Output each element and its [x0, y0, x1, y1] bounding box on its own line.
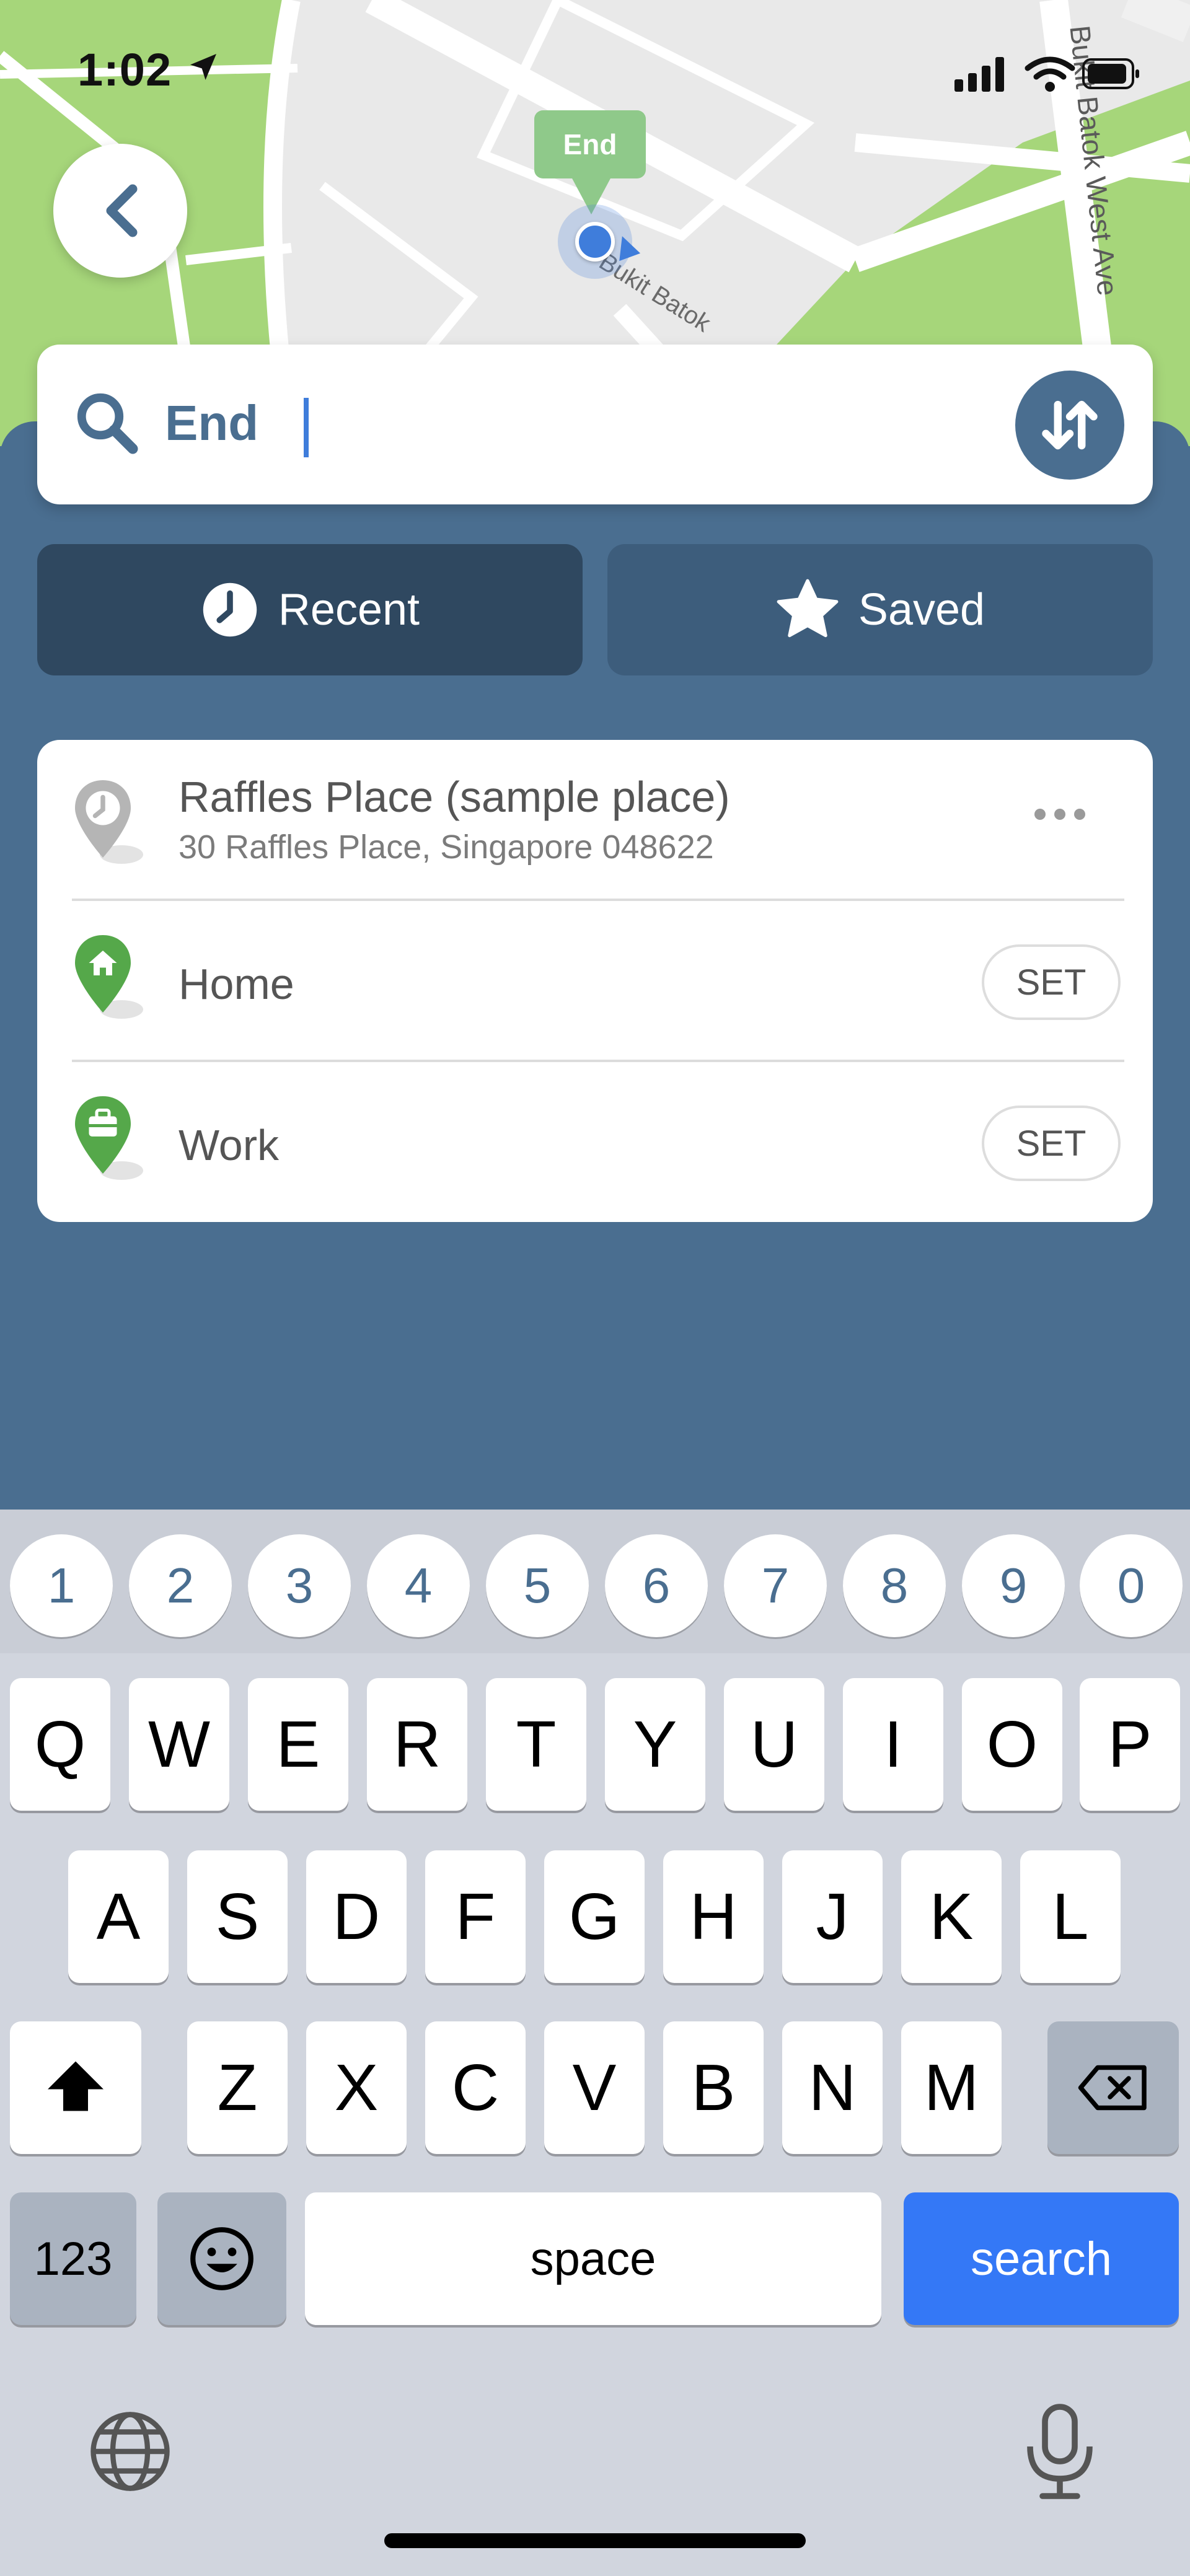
tab-saved-label: Saved	[858, 585, 985, 635]
chevron-left-icon	[106, 184, 138, 237]
status-icons	[954, 55, 1140, 96]
microphone-icon[interactable]	[1016, 2402, 1103, 2501]
work-label: Work	[178, 1121, 280, 1169]
tab-saved[interactable]: Saved	[607, 544, 1153, 675]
status-bar: 1:02	[0, 0, 1190, 143]
more-dot	[1034, 809, 1046, 820]
key-n[interactable]: N	[782, 2021, 883, 2154]
key-8[interactable]: 8	[843, 1534, 946, 1637]
key-p[interactable]: P	[1080, 1678, 1180, 1811]
current-location-dot	[575, 222, 615, 262]
list-item-work[interactable]: Work SET	[37, 1062, 1153, 1223]
key-6[interactable]: 6	[605, 1534, 708, 1637]
work-pin-icon	[75, 1096, 143, 1180]
key-9[interactable]: 9	[962, 1534, 1065, 1637]
more-options-button[interactable]	[1023, 796, 1097, 833]
key-h[interactable]: H	[663, 1850, 764, 1983]
key-b[interactable]: B	[663, 2021, 764, 2154]
key-3[interactable]: 3	[248, 1534, 351, 1637]
key-q[interactable]: Q	[10, 1678, 110, 1811]
places-list: Raffles Place (sample place) 30 Raffles …	[37, 740, 1153, 1222]
globe-icon[interactable]	[87, 2408, 174, 2495]
star-icon	[777, 579, 839, 638]
key-e[interactable]: E	[248, 1678, 348, 1811]
key-y[interactable]: Y	[605, 1678, 705, 1811]
delete-key[interactable]	[1047, 2021, 1179, 2154]
more-dot	[1054, 809, 1065, 820]
numbers-mode-key[interactable]: 123	[10, 2192, 136, 2325]
key-f[interactable]: F	[425, 1850, 526, 1983]
backspace-icon	[1078, 2065, 1147, 2111]
list-item-recent-place[interactable]: Raffles Place (sample place) 30 Raffles …	[37, 740, 1153, 901]
search-input[interactable]	[164, 379, 1009, 467]
key-x[interactable]: X	[306, 2021, 407, 2154]
swap-direction-button[interactable]	[1015, 371, 1124, 480]
key-o[interactable]: O	[962, 1678, 1062, 1811]
key-a[interactable]: A	[68, 1850, 169, 1983]
clock-icon	[203, 582, 257, 637]
status-time: 1:02	[77, 44, 172, 95]
key-i[interactable]: I	[843, 1678, 943, 1811]
battery-icon	[1082, 58, 1139, 89]
emoji-key[interactable]	[157, 2192, 286, 2325]
key-w[interactable]: W	[129, 1678, 229, 1811]
key-2[interactable]: 2	[129, 1534, 232, 1637]
key-g[interactable]: G	[544, 1850, 645, 1983]
key-j[interactable]: J	[782, 1850, 883, 1983]
home-label: Home	[178, 960, 294, 1008]
key-z[interactable]: Z	[187, 2021, 288, 2154]
number-row: 1 2 3 4 5 6 7 8 9 0	[0, 1510, 1190, 1653]
shift-arrow-icon	[48, 2061, 104, 2111]
text-caret	[304, 398, 309, 457]
key-l[interactable]: L	[1020, 1850, 1121, 1983]
key-0[interactable]: 0	[1080, 1534, 1183, 1637]
back-button[interactable]	[53, 144, 187, 278]
wifi-icon	[1025, 56, 1075, 92]
signal-icon	[954, 57, 1004, 92]
tab-recent-label: Recent	[278, 585, 420, 635]
shift-key[interactable]	[10, 2021, 141, 2154]
search-bar[interactable]	[37, 345, 1153, 504]
key-v[interactable]: V	[544, 2021, 645, 2154]
list-item-home[interactable]: Home SET	[37, 901, 1153, 1062]
more-dot	[1074, 809, 1085, 820]
key-1[interactable]: 1	[10, 1534, 113, 1637]
swap-arrows-icon	[1042, 400, 1098, 450]
recent-place-title: Raffles Place (sample place)	[178, 773, 730, 821]
recent-place-address: 30 Raffles Place, Singapore 048622	[178, 829, 714, 866]
key-s[interactable]: S	[187, 1850, 288, 1983]
location-arrow-icon	[190, 54, 216, 80]
search-icon	[77, 393, 138, 454]
key-7[interactable]: 7	[724, 1534, 827, 1637]
key-k[interactable]: K	[901, 1850, 1002, 1983]
key-m[interactable]: M	[901, 2021, 1002, 2154]
key-r[interactable]: R	[367, 1678, 467, 1811]
key-d[interactable]: D	[306, 1850, 407, 1983]
history-pin-icon	[75, 780, 143, 864]
space-key[interactable]: space	[305, 2192, 881, 2325]
key-4[interactable]: 4	[367, 1534, 470, 1637]
key-u[interactable]: U	[724, 1678, 824, 1811]
tab-recent[interactable]: Recent	[37, 544, 583, 675]
set-home-button[interactable]: SET	[982, 944, 1121, 1020]
key-5[interactable]: 5	[486, 1534, 589, 1637]
emoji-icon	[190, 2227, 253, 2290]
key-t[interactable]: T	[486, 1678, 586, 1811]
keyboard: 1 2 3 4 5 6 7 8 9 0 Q W E R T Y U I O P …	[0, 1510, 1190, 2576]
key-c[interactable]: C	[425, 2021, 526, 2154]
home-indicator	[384, 2533, 806, 2548]
set-work-button[interactable]: SET	[982, 1106, 1121, 1181]
search-key[interactable]: search	[904, 2192, 1179, 2325]
home-pin-icon	[75, 935, 143, 1019]
